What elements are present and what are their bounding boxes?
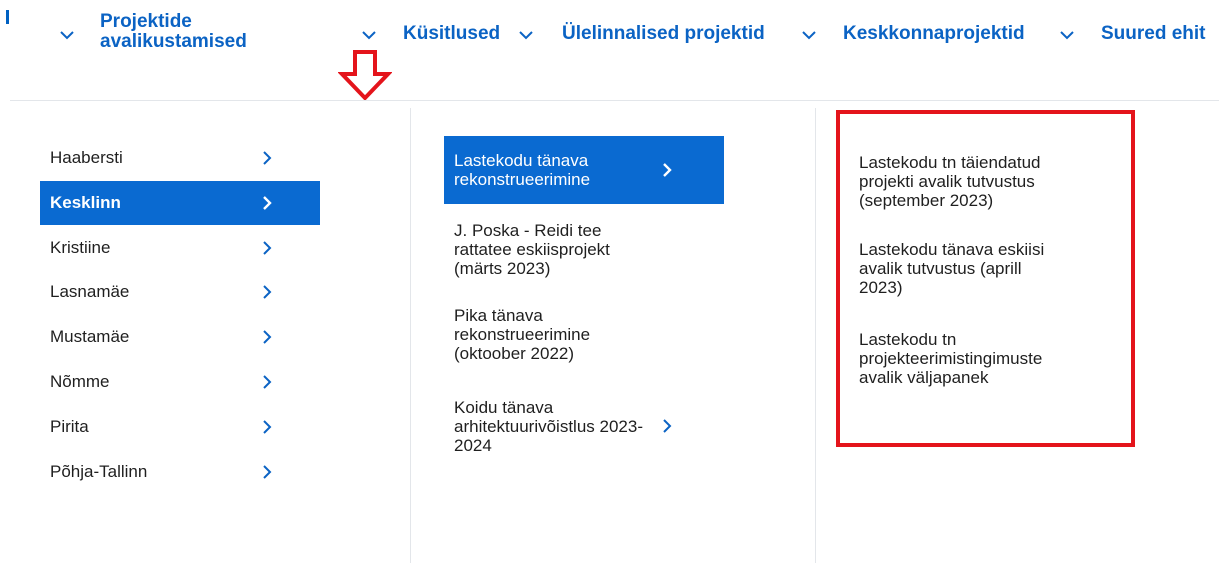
nav-item-kusitlused[interactable]: Küsitlused: [403, 24, 500, 44]
district-item-lasnamae[interactable]: Lasnamäe: [40, 270, 320, 314]
district-item-haabersti[interactable]: Haabersti: [40, 136, 320, 180]
red-highlight-box-annotation: [836, 110, 1135, 447]
chevron-right-icon: [263, 285, 272, 299]
nav-item-keskkonnaprojektid[interactable]: Keskkonnaprojektid: [843, 24, 1025, 44]
district-item-nomme[interactable]: Nõmme: [40, 360, 320, 404]
chevron-right-icon: [263, 151, 272, 165]
district-label: Mustamäe: [50, 327, 130, 346]
project-label: Lastekodu tänava rekonstrueerimine: [454, 151, 591, 189]
project-item-koidu[interactable]: Koidu tänava arhitektuurivõistlus 2023-2…: [454, 398, 734, 455]
nav-overflow-stub: [6, 10, 9, 24]
chevron-down-icon[interactable]: [800, 26, 818, 44]
nav-item-ulelinnalised-projektid[interactable]: Ülelinnalised projektid: [562, 24, 765, 44]
district-label: Kristiine: [50, 238, 111, 257]
district-label: Kesklinn: [50, 193, 121, 212]
chevron-right-icon: [263, 330, 272, 344]
chevron-down-icon[interactable]: [517, 26, 535, 44]
district-item-mustamae[interactable]: Mustamäe: [40, 315, 320, 359]
nav-item-label-line2: avalikustamised: [100, 31, 247, 52]
column-divider: [410, 108, 411, 563]
district-label: Põhja-Tallinn: [50, 462, 148, 481]
district-label: Pirita: [50, 417, 89, 436]
column-divider: [815, 108, 816, 563]
chevron-right-icon: [663, 419, 672, 433]
project-label: Koidu tänava arhitektuurivõistlus 2023-2…: [454, 398, 643, 455]
chevron-right-icon: [263, 420, 272, 434]
nav-item-label-line1: Projektide: [100, 11, 192, 32]
district-item-pohja-tallinn[interactable]: Põhja-Tallinn: [40, 450, 320, 494]
district-item-kesklinn[interactable]: Kesklinn: [40, 181, 320, 225]
district-label: Haabersti: [50, 148, 123, 167]
chevron-down-icon[interactable]: [360, 26, 378, 44]
project-item-lastekodu[interactable]: Lastekodu tänava rekonstrueerimine: [444, 136, 724, 204]
chevron-right-icon: [263, 375, 272, 389]
chevron-down-icon[interactable]: [58, 26, 76, 44]
district-label: Lasnamäe: [50, 282, 130, 301]
project-label: Pika tänava rekonstrueerimine (oktoober …: [454, 306, 591, 363]
project-label: J. Poska - Reidi tee rattatee eskiisproj…: [454, 221, 610, 278]
project-item-poska-reidi[interactable]: J. Poska - Reidi tee rattatee eskiisproj…: [454, 221, 734, 278]
top-navigation: Projektide avalikustamised Küsitlused Ül…: [0, 0, 1219, 100]
project-item-pika[interactable]: Pika tänava rekonstrueerimine (oktoober …: [454, 306, 734, 363]
nav-item-suured-ehitused[interactable]: Suured ehit: [1101, 24, 1206, 44]
nav-item-projektide-avalikustamised[interactable]: Projektide avalikustamised: [100, 12, 247, 52]
district-item-kristiine[interactable]: Kristiine: [40, 226, 320, 270]
chevron-down-icon[interactable]: [1058, 26, 1076, 44]
chevron-right-icon: [263, 196, 272, 210]
chevron-right-icon: [263, 465, 272, 479]
red-down-arrow-annotation-icon: [338, 50, 392, 101]
nav-divider: [10, 100, 1219, 101]
district-item-pirita[interactable]: Pirita: [40, 405, 320, 449]
chevron-right-icon: [663, 163, 672, 177]
chevron-right-icon: [263, 241, 272, 255]
district-label: Nõmme: [50, 372, 110, 391]
